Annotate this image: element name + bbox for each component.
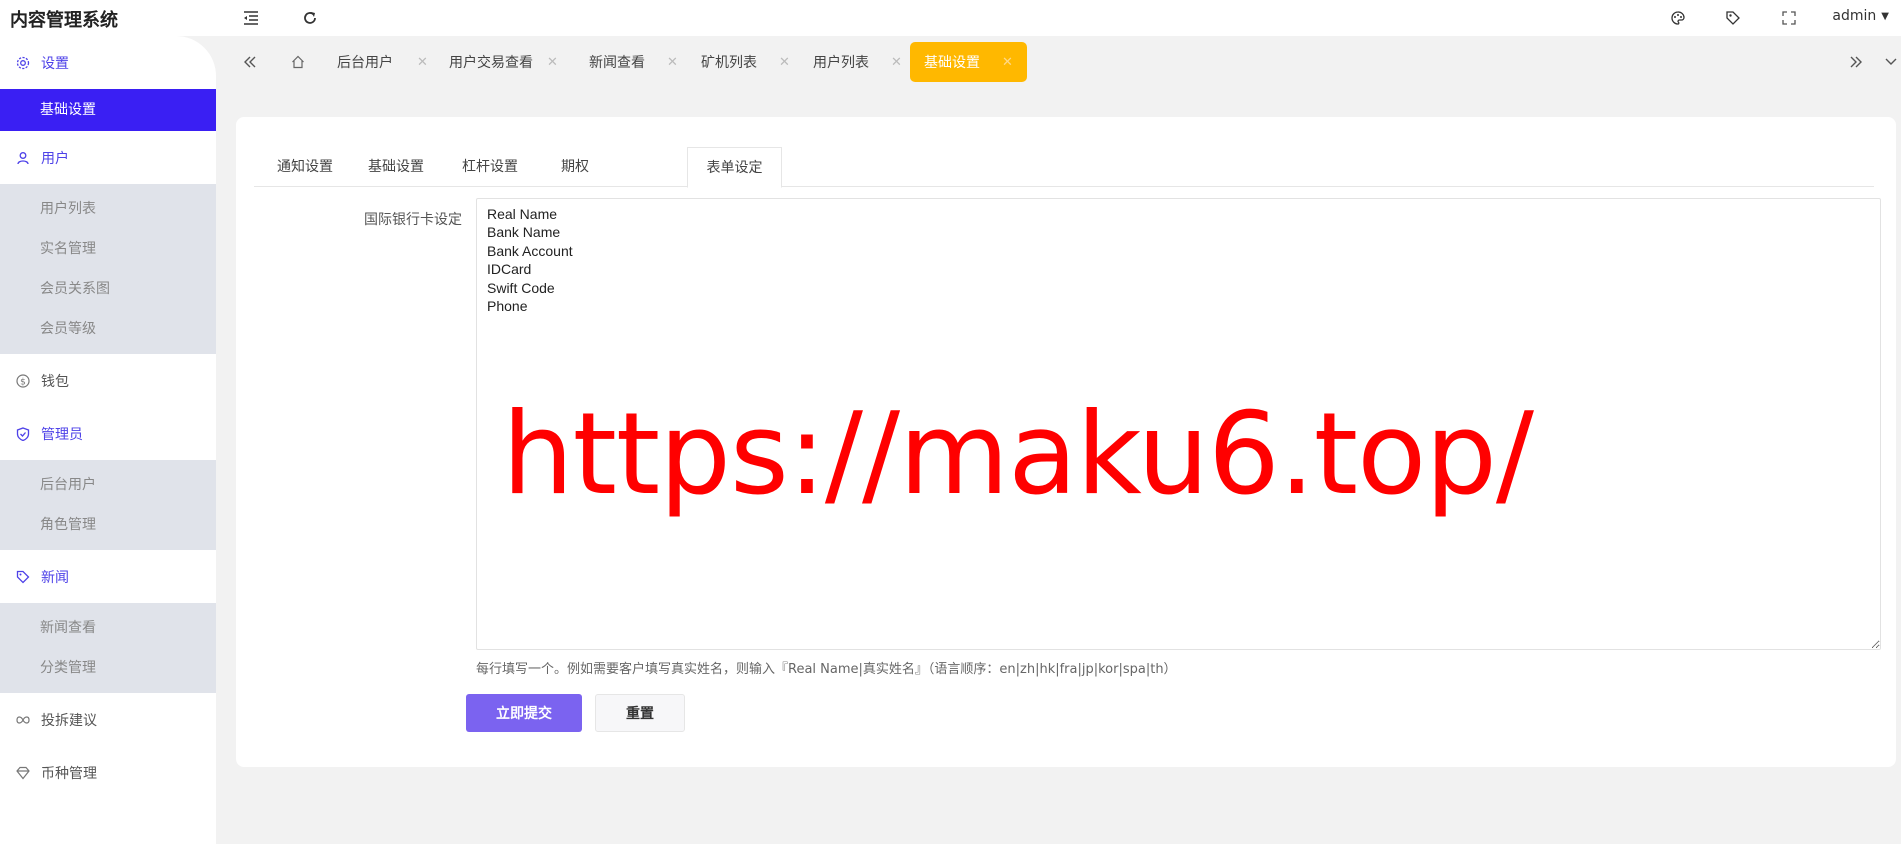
tab-notification-settings[interactable]: 通知设置 [254, 147, 356, 187]
page-tab-label: 新闻查看 [589, 55, 645, 71]
sidebar-item-backend-users[interactable]: 后台用户 [0, 465, 216, 505]
dollar-icon: $ [15, 373, 31, 389]
sidebar-group-label: 币种管理 [41, 765, 97, 782]
close-icon[interactable]: ✕ [547, 55, 558, 70]
bank-card-label: 国际银行卡设定 [364, 212, 462, 228]
shield-check-icon [15, 426, 31, 442]
settings-tabs: 通知设置 基础设置 杠杆设置 期权 表单设定 [254, 147, 1874, 188]
sidebar-group-users[interactable]: 用户 [0, 131, 216, 184]
sidebar-group-label: 投拆建议 [41, 712, 97, 729]
sidebar-group-label: 用户 [41, 150, 69, 167]
sidebar-item-news-view[interactable]: 新闻查看 [0, 608, 216, 648]
sidebar-group-news[interactable]: 新闻 [0, 550, 216, 603]
reset-button[interactable]: 重置 [595, 694, 685, 732]
tab-leverage-settings[interactable]: 杠杆设置 [440, 147, 540, 187]
sidebar-submenu-news: 新闻查看 分类管理 [0, 603, 216, 693]
sidebar-group-wallet[interactable]: $ 钱包 [0, 354, 216, 407]
bank-card-fields-textarea[interactable]: Real Name Bank Name Bank Account IDCard … [476, 198, 1881, 650]
page-tab-label: 后台用户 [337, 55, 393, 71]
tabs-scroll-right-icon[interactable] [1844, 50, 1868, 74]
tag-icon[interactable] [1723, 8, 1743, 28]
tag-icon [15, 569, 31, 585]
page-tab-basic-settings[interactable]: 基础设置 ✕ [910, 42, 1027, 82]
close-icon[interactable]: ✕ [1002, 55, 1013, 70]
fullscreen-icon[interactable] [1779, 8, 1799, 28]
infinity-icon [15, 712, 31, 728]
diamond-icon [15, 765, 31, 781]
user-menu[interactable]: admin ▼ [1832, 8, 1889, 24]
sidebar-group-label: 管理员 [41, 426, 83, 443]
tab-basic-settings[interactable]: 基础设置 [348, 147, 444, 187]
page-tab-label: 用户交易查看 [449, 55, 533, 71]
user-name: admin [1832, 8, 1877, 24]
sidebar-group-settings[interactable]: 设置 [0, 36, 216, 89]
close-icon[interactable]: ✕ [891, 55, 902, 70]
sidebar-group-suggestions[interactable]: 投拆建议 [0, 693, 216, 746]
sidebar-item-basic-settings[interactable]: 基础设置 [0, 89, 216, 131]
settings-card: 通知设置 基础设置 杠杆设置 期权 表单设定 国际银行卡设定 Real Name… [236, 117, 1896, 767]
page-tab-label: 用户列表 [813, 55, 869, 71]
tab-form-settings[interactable]: 表单设定 [687, 147, 782, 188]
submit-button[interactable]: 立即提交 [466, 694, 582, 732]
page-tab-news-view[interactable]: 新闻查看 ✕ [589, 42, 678, 82]
palette-icon[interactable] [1668, 8, 1688, 28]
page-tab-label: 矿机列表 [701, 55, 757, 71]
sidebar-item-category[interactable]: 分类管理 [0, 648, 216, 688]
sidebar: 设置 基础设置 用户 用户列表 实名管理 会员关系图 会员等级 $ 钱包 管理员… [0, 36, 216, 844]
page-tab-user-trades[interactable]: 用户交易查看 ✕ [449, 42, 558, 82]
sidebar-item-member-graph[interactable]: 会员关系图 [0, 269, 216, 309]
close-icon[interactable]: ✕ [779, 55, 790, 70]
sidebar-item-real-name[interactable]: 实名管理 [0, 229, 216, 269]
chevron-down-icon[interactable] [1879, 50, 1901, 74]
menu-fold-icon[interactable] [241, 8, 261, 28]
svg-text:$: $ [20, 377, 26, 387]
sidebar-submenu-admin: 后台用户 角色管理 [0, 460, 216, 550]
sidebar-group-admin[interactable]: 管理员 [0, 407, 216, 460]
sidebar-submenu-settings: 基础设置 [0, 89, 216, 131]
sidebar-group-label: 设置 [41, 55, 69, 72]
page-tab-user-list[interactable]: 用户列表 ✕ [813, 42, 902, 82]
page-tab-miners[interactable]: 矿机列表 ✕ [701, 42, 790, 82]
sidebar-group-currency[interactable]: 币种管理 [0, 746, 216, 799]
tabs-scroll-left-icon[interactable] [238, 50, 262, 74]
user-icon [15, 150, 31, 166]
close-icon[interactable]: ✕ [417, 55, 428, 70]
app-title: 内容管理系统 [10, 10, 118, 31]
page-tab-label: 基础设置 [924, 55, 980, 71]
form-hint: 每行填写一个。例如需要客户填写真实姓名，则输入『Real Name|真实姓名』（… [476, 662, 1177, 677]
sidebar-item-roles[interactable]: 角色管理 [0, 505, 216, 545]
home-icon[interactable] [286, 50, 310, 74]
sidebar-submenu-users: 用户列表 实名管理 会员关系图 会员等级 [0, 184, 216, 354]
page-tabs-bar: 后台用户 ✕ 用户交易查看 ✕ 新闻查看 ✕ 矿机列表 ✕ 用户列表 ✕ 基础设… [216, 36, 1901, 88]
sidebar-item-member-level[interactable]: 会员等级 [0, 309, 216, 349]
caret-down-icon: ▼ [1881, 10, 1889, 22]
gear-icon [15, 55, 31, 71]
sidebar-item-user-list[interactable]: 用户列表 [0, 189, 216, 229]
top-header: 内容管理系统 admin ▼ [0, 0, 1901, 36]
close-icon[interactable]: ✕ [667, 55, 678, 70]
refresh-icon[interactable] [300, 8, 320, 28]
tab-options[interactable]: 期权 [540, 147, 610, 187]
page-tab-backend-users[interactable]: 后台用户 ✕ [337, 42, 428, 82]
sidebar-group-label: 钱包 [41, 373, 69, 390]
sidebar-group-label: 新闻 [41, 569, 69, 586]
